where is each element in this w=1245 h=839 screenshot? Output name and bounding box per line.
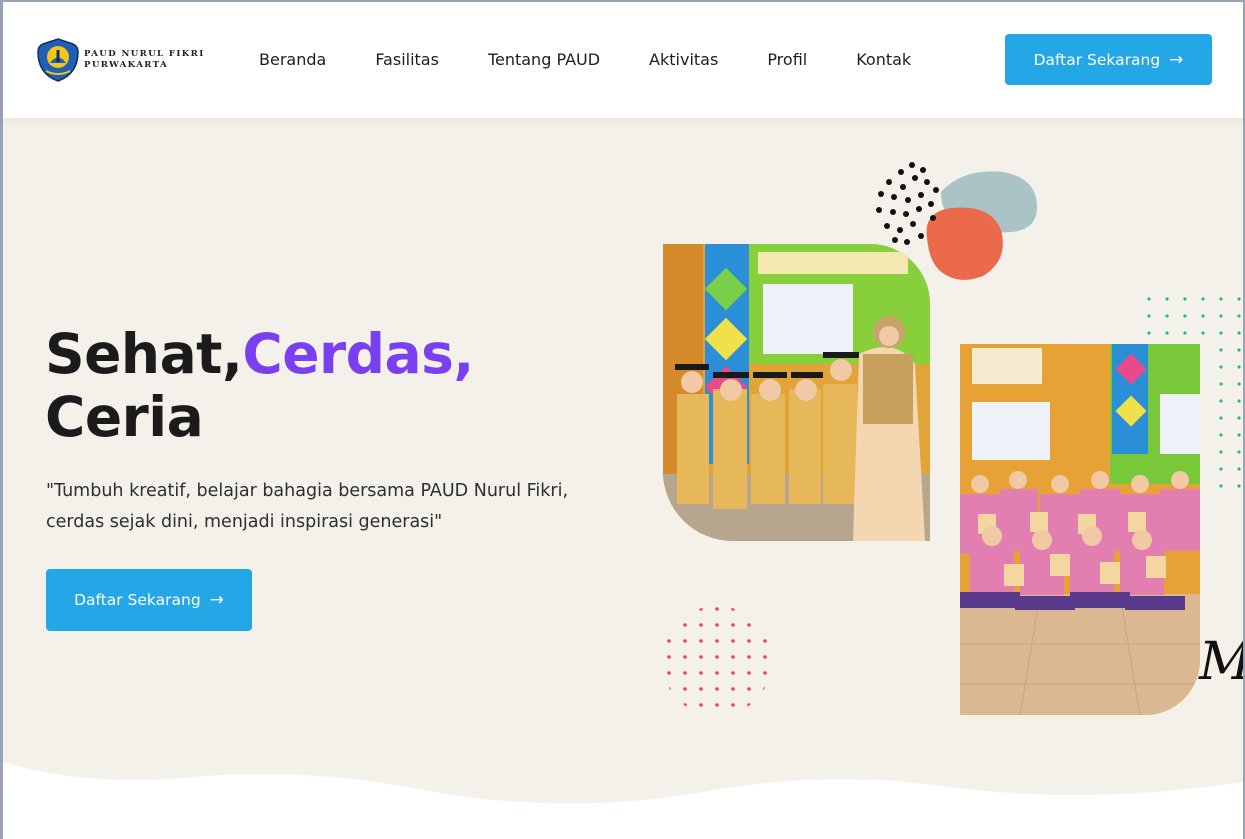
nav-link-kontak[interactable]: Kontak [856,50,911,69]
logo[interactable]: PAUD NURUL FIKRI PURWAKARTA [37,38,205,82]
photo-students-with-crafts [960,344,1200,715]
decorative-script-lettering: M [1199,632,1243,692]
register-button-nav[interactable]: Daftar Sekarang → [1005,34,1212,85]
nav-link-aktivitas[interactable]: Aktivitas [649,50,718,69]
nav-link-beranda[interactable]: Beranda [259,50,326,69]
headline-ceria: Ceria [45,385,204,449]
arrow-right-icon: → [209,590,224,610]
tut-wuri-handayani-emblem-icon [37,38,79,82]
register-button-hero-label: Daftar Sekarang [74,591,201,609]
arrow-right-icon: → [1169,49,1184,70]
headline-cerdas: Cerdas, [242,322,474,386]
decorative-dot-circle-red [667,607,767,707]
nav-link-tentang-paud[interactable]: Tentang PAUD [488,50,600,69]
nav-link-fasilitas[interactable]: Fasilitas [375,50,439,69]
navbar: PAUD NURUL FIKRI PURWAKARTA Beranda Fasi… [3,2,1243,118]
main-nav: Beranda Fasilitas Tentang PAUD Aktivitas… [259,50,960,69]
hero-section: Sehat,Cerdas, Ceria "Tumbuh kreatif, bel… [3,118,1243,839]
register-button-hero[interactable]: Daftar Sekarang → [46,569,252,631]
photo-graduation-class [663,244,930,541]
headline-sehat: Sehat, [45,322,243,386]
hero-quote: "Tumbuh kreatif, belajar bahagia bersama… [46,481,569,532]
decorative-wave-divider [3,762,1243,839]
register-button-nav-label: Daftar Sekarang [1033,50,1161,69]
brand-name: PAUD NURUL FIKRI PURWAKARTA [84,49,205,71]
brand-name-line1: PAUD NURUL FIKRI [84,49,205,59]
hero-headline: Sehat,Cerdas, Ceria [45,323,474,449]
nav-link-profil[interactable]: Profil [767,50,807,69]
brand-name-line2: PURWAKARTA [84,60,169,70]
